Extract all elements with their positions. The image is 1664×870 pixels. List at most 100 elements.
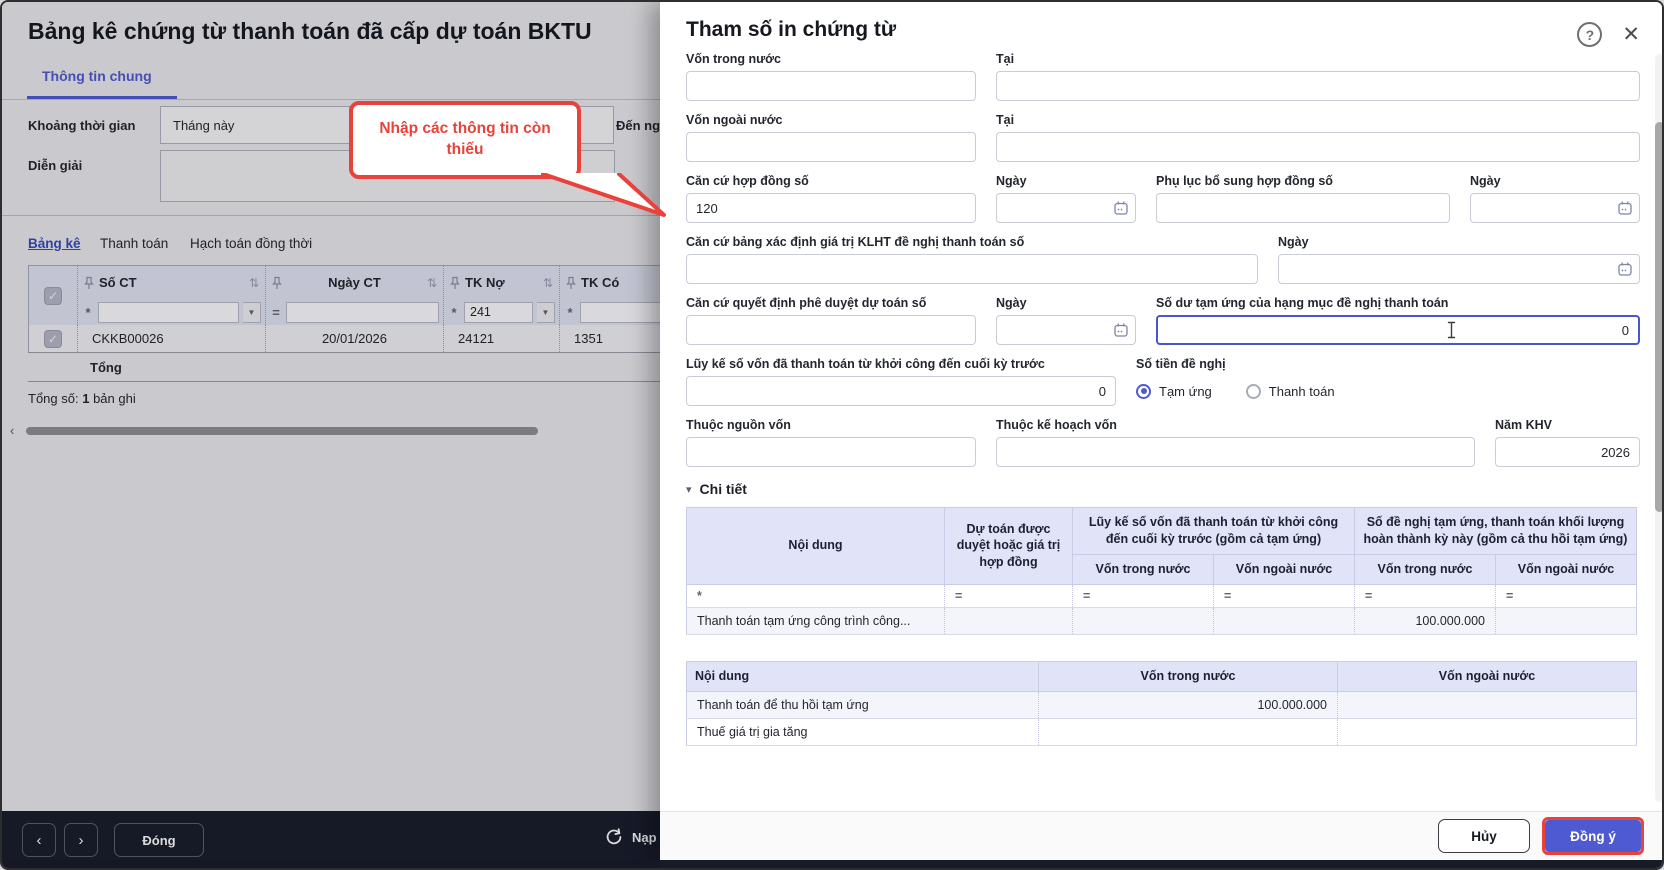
field-so-tien-de-nghi: Số tiền đề nghị Tạm ứng Thanh toán <box>1136 357 1640 406</box>
thuoc-ke-hoach-von-input[interactable] <box>996 437 1475 467</box>
help-glyph: ? <box>1585 26 1595 43</box>
filter-operator[interactable]: = <box>1072 584 1214 608</box>
cell-noi-dung: Thanh toán tạm ứng công trình công... <box>686 607 945 635</box>
filter-operator[interactable]: = <box>1213 584 1355 608</box>
cancel-button[interactable]: Hủy <box>1438 819 1530 853</box>
filter-operator[interactable]: * <box>686 584 945 608</box>
field-ngay-3: Ngày <box>1277 235 1640 284</box>
field-von-trong-nuoc: Vốn trong nước <box>686 52 976 101</box>
close-icon[interactable]: ✕ <box>1622 24 1640 45</box>
print-parameters-dialog: Tham số in chứng từ ? ✕ Vốn trong nước T… <box>660 2 1662 860</box>
app-window: Bảng kê chứng từ thanh toán đã cấp dự to… <box>0 0 1664 870</box>
radio-label: Thanh toán <box>1268 383 1335 399</box>
field-label: Căn cứ hợp đồng số <box>686 174 809 188</box>
field-label: Lũy kế số vốn đã thanh toán từ khởi công… <box>686 357 1045 371</box>
cell-von-trong-nuoc: 100.000.000 <box>1038 691 1338 719</box>
th-noi-dung: Nội dung <box>686 660 1039 692</box>
cell-label: Thuế giá trị gia tăng <box>686 718 1039 746</box>
detail-filter-row: * = = = = = <box>686 584 1637 608</box>
table-row[interactable]: Thanh toán tạm ứng công trình công... 10… <box>686 607 1637 635</box>
filter-operator[interactable]: = <box>1495 584 1637 608</box>
text-cursor-icon <box>1448 321 1456 339</box>
cell-label: Thanh toán để thu hồi tạm ứng <box>686 691 1039 719</box>
field-luy-ke: Lũy kế số vốn đã thanh toán từ khởi công… <box>686 357 1116 406</box>
dialog-scrollbar-thumb[interactable] <box>1655 122 1662 512</box>
th-von-ngoai-nuoc: Vốn ngoài nước <box>1213 553 1355 585</box>
radio-label: Tạm ứng <box>1159 383 1212 399</box>
calendar-icon[interactable] <box>1113 322 1129 338</box>
ok-button[interactable]: Đồng ý <box>1545 820 1641 852</box>
field-can-cu-bang: Căn cứ bảng xác định giá trị KLHT đề ngh… <box>686 235 1258 284</box>
von-trong-nuoc-input[interactable] <box>686 71 976 101</box>
radio-tam-ung[interactable]: Tạm ứng <box>1136 383 1212 399</box>
th-von-trong-nuoc: Vốn trong nước <box>1038 660 1338 692</box>
calendar-icon[interactable] <box>1617 261 1633 277</box>
calendar-icon[interactable] <box>1113 200 1129 216</box>
cell-de-nghi-trong: 100.000.000 <box>1354 607 1496 635</box>
phu-luc-input[interactable] <box>1156 193 1450 223</box>
annotation-callout-tail <box>541 173 666 217</box>
cell-luy-ke-trong <box>1072 607 1214 635</box>
can-cu-hop-dong-input[interactable] <box>686 193 976 223</box>
field-label: Căn cứ bảng xác định giá trị KLHT đề ngh… <box>686 235 1025 249</box>
calendar-icon[interactable] <box>1617 200 1633 216</box>
field-label: Căn cứ quyết định phê duyệt dự toán số <box>686 296 927 310</box>
detail-section-header[interactable]: ▾ Chi tiết <box>686 481 1640 497</box>
th-du-toan: Dự toán được duyệt hoặc giá trị hợp đồng <box>944 507 1073 585</box>
cell-du-toan <box>944 607 1073 635</box>
dialog-scrollbar-track[interactable] <box>1655 54 1662 802</box>
detail-section-title: Chi tiết <box>699 481 747 497</box>
cell-von-trong-nuoc <box>1038 718 1338 746</box>
field-can-cu-quyet-dinh: Căn cứ quyết định phê duyệt dự toán số <box>686 296 976 345</box>
field-label: Ngày <box>996 296 1027 310</box>
nam-khv-input[interactable] <box>1495 437 1640 467</box>
can-cu-quyet-dinh-input[interactable] <box>686 315 976 345</box>
cell-von-ngoai-nuoc <box>1337 718 1637 746</box>
luy-ke-input[interactable] <box>686 376 1116 406</box>
field-ngay-4: Ngày <box>996 296 1136 345</box>
tai-2-input[interactable] <box>996 132 1640 162</box>
recovery-table: Nội dung Vốn trong nước Vốn ngoài nước T… <box>686 660 1637 746</box>
radio-selected-icon <box>1136 383 1151 399</box>
th-von-ngoai-nuoc: Vốn ngoài nước <box>1495 553 1637 585</box>
cell-von-ngoai-nuoc <box>1337 691 1637 719</box>
th-von-ngoai-nuoc: Vốn ngoài nước <box>1337 660 1637 692</box>
collapse-caret-icon: ▾ <box>686 483 692 496</box>
field-label: Vốn ngoài nước <box>686 113 783 127</box>
field-label: Ngày <box>1470 174 1501 188</box>
annotation-highlight-box: Đồng ý <box>1542 817 1644 855</box>
table-row[interactable]: Thuế giá trị gia tăng <box>686 718 1637 746</box>
field-so-du-tam-ung: Số dư tạm ứng của hạng mục đề nghị thanh… <box>1156 296 1640 345</box>
field-ngay-1: Ngày <box>996 174 1136 223</box>
field-label: Ngày <box>1277 235 1309 249</box>
field-thuoc-ke-hoach-von: Thuộc kế hoạch vốn <box>996 418 1475 467</box>
filter-operator[interactable]: = <box>944 584 1073 608</box>
filter-operator[interactable]: = <box>1354 584 1496 608</box>
dialog-title: Tham số in chứng từ <box>686 18 897 41</box>
field-tai-2: Tại <box>996 113 1640 162</box>
field-label: Số tiền đề nghị <box>1136 357 1226 371</box>
thuoc-nguon-von-input[interactable] <box>686 437 976 467</box>
ngay-2-input[interactable] <box>1470 193 1640 223</box>
field-von-ngoai-nuoc: Vốn ngoài nước <box>686 113 976 162</box>
table-row[interactable]: Thanh toán để thu hồi tạm ứng 100.000.00… <box>686 691 1637 719</box>
field-label: Tại <box>996 52 1015 66</box>
radio-thanh-toan[interactable]: Thanh toán <box>1245 383 1335 399</box>
th-group-luy-ke: Lũy kế số vốn đã thanh toán từ khởi công… <box>1072 507 1355 555</box>
field-nam-khv: Năm KHV <box>1495 418 1640 467</box>
radio-unselected-icon <box>1245 383 1261 399</box>
field-label: Vốn trong nước <box>686 52 782 66</box>
von-ngoai-nuoc-input[interactable] <box>686 132 976 162</box>
field-can-cu-hop-dong: Căn cứ hợp đồng số <box>686 174 976 223</box>
so-du-tam-ung-input[interactable] <box>1156 315 1640 345</box>
field-phu-luc: Phụ lục bổ sung hợp đồng số <box>1156 174 1450 223</box>
dialog-header: Tham số in chứng từ ? ✕ <box>660 2 1662 48</box>
th-group-so-de-nghi: Số đề nghị tạm ứng, thanh toán khối lượn… <box>1354 507 1637 555</box>
detail-table: Nội dung Dự toán được duyệt hoặc giá trị… <box>686 507 1637 635</box>
help-icon[interactable]: ? <box>1577 22 1603 47</box>
field-label: Số dư tạm ứng của hạng mục đề nghị thanh… <box>1156 296 1449 310</box>
tai-1-input[interactable] <box>996 71 1640 101</box>
annotation-callout: Nhập các thông tin còn thiếu <box>349 101 581 179</box>
ngay-3-input[interactable] <box>1277 254 1640 284</box>
can-cu-bang-input[interactable] <box>686 254 1258 284</box>
